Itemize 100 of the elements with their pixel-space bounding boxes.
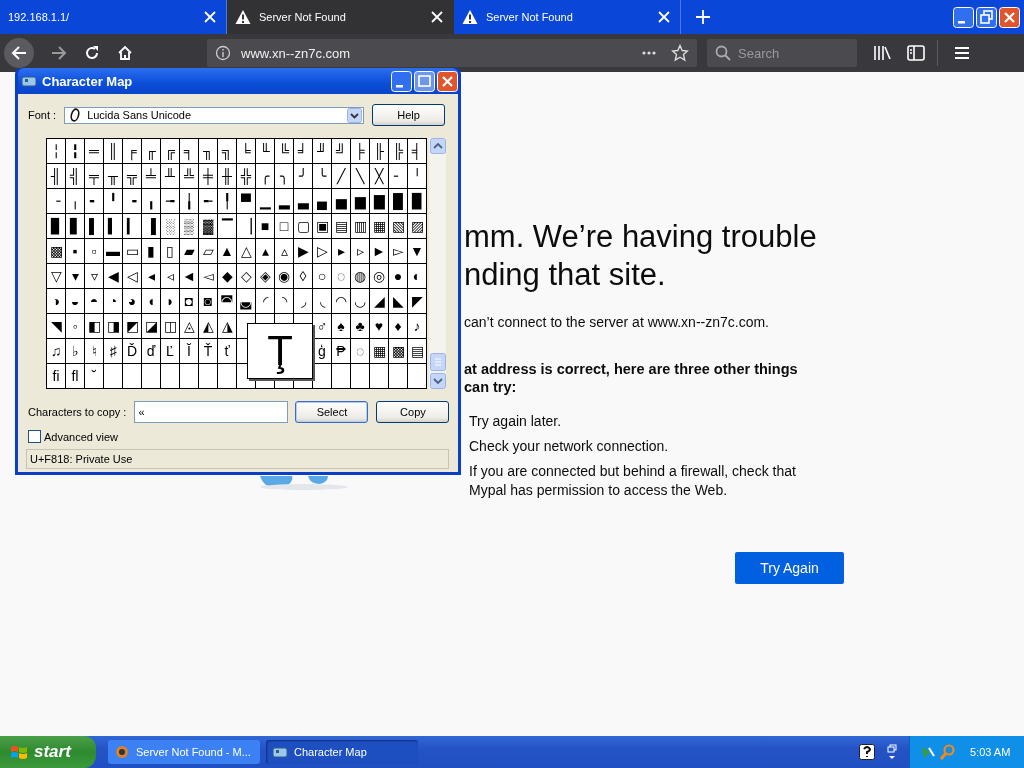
character-cell[interactable]: ▣ xyxy=(313,214,331,238)
character-cell[interactable]: ╬ xyxy=(237,164,255,188)
character-cell[interactable]: ◤ xyxy=(408,289,426,313)
character-cell[interactable]: ╥ xyxy=(104,164,122,188)
character-cell[interactable]: ﬁ xyxy=(47,364,65,388)
character-cell[interactable]: △ xyxy=(237,239,255,263)
grid-cell[interactable] xyxy=(351,364,369,388)
character-cell[interactable]: ♪ xyxy=(408,314,426,338)
character-cell[interactable]: ╓ xyxy=(142,139,160,163)
character-cell[interactable]: ◒ xyxy=(66,289,84,313)
character-cell[interactable]: ◆ xyxy=(218,264,236,288)
character-cell[interactable]: ▧ xyxy=(389,214,407,238)
character-cell[interactable]: ╘ xyxy=(237,139,255,163)
character-cell[interactable]: ◇ xyxy=(237,264,255,288)
character-cell[interactable]: ▥ xyxy=(351,214,369,238)
character-cell[interactable]: ♥ xyxy=(370,314,388,338)
character-cell[interactable]: ▐ xyxy=(142,214,160,238)
maximize-icon[interactable] xyxy=(414,70,435,92)
copy-button[interactable]: Copy xyxy=(376,401,450,423)
character-cell[interactable]: ▴ xyxy=(256,239,274,263)
grid-cell[interactable] xyxy=(408,364,426,388)
start-button[interactable]: start xyxy=(0,736,96,768)
character-cell[interactable]: ╡ xyxy=(408,139,426,163)
character-cell[interactable]: ◮ xyxy=(218,314,236,338)
character-cell[interactable]: ▶ xyxy=(294,239,312,263)
character-cell[interactable]: ▵ xyxy=(275,239,293,263)
character-cell[interactable]: ▀ xyxy=(237,189,255,213)
character-cell[interactable]: ◩ xyxy=(123,314,141,338)
character-cell[interactable]: ╤ xyxy=(85,164,103,188)
try-again-button[interactable]: Try Again xyxy=(735,552,844,584)
character-cell[interactable]: ◧ xyxy=(85,314,103,338)
select-button[interactable]: Select xyxy=(295,401,369,423)
character-cell[interactable]: ▨ xyxy=(408,214,426,238)
character-cell[interactable]: ˘ xyxy=(85,364,103,388)
character-cell[interactable]: ╦ xyxy=(123,164,141,188)
help-button[interactable]: Help xyxy=(372,104,446,126)
character-cell[interactable]: ═ xyxy=(85,139,103,163)
character-cell[interactable]: ▰ xyxy=(180,239,198,263)
scroll-thumb-icon[interactable] xyxy=(429,353,446,371)
character-cell[interactable]: ▎ xyxy=(123,214,141,238)
character-cell[interactable]: ◣ xyxy=(389,289,407,313)
character-cell[interactable]: ▆ xyxy=(351,189,369,213)
character-cell[interactable]: ╸ xyxy=(85,189,103,213)
character-cell[interactable]: ▲ xyxy=(218,239,236,263)
grid-cell[interactable] xyxy=(104,364,122,388)
close-icon[interactable] xyxy=(431,11,443,23)
character-cell[interactable]: ♦ xyxy=(389,314,407,338)
character-cell[interactable]: Ť xyxy=(199,339,217,363)
character-cell[interactable]: ▤ xyxy=(332,214,350,238)
character-cell[interactable]: ﬂ xyxy=(66,364,84,388)
search-field[interactable]: Search xyxy=(707,39,857,67)
character-cell[interactable]: ◭ xyxy=(199,314,217,338)
browser-tab[interactable]: Server Not Found xyxy=(227,0,454,34)
character-cell[interactable]: ₱ xyxy=(332,339,350,363)
character-cell[interactable]: ◍ xyxy=(351,264,369,288)
character-cell[interactable]: ◊ xyxy=(294,264,312,288)
character-cell[interactable]: ▩ xyxy=(47,239,65,263)
character-cell[interactable]: ▦ xyxy=(370,339,388,363)
character-cell[interactable]: ◘ xyxy=(180,289,198,313)
character-cell[interactable]: ■ xyxy=(256,214,274,238)
character-cell[interactable]: ◁ xyxy=(123,264,141,288)
character-cell[interactable]: ╽ xyxy=(180,189,198,213)
character-cell[interactable]: ╚ xyxy=(275,139,293,163)
character-cell[interactable]: ◡ xyxy=(351,289,369,313)
character-cell[interactable]: ▉ xyxy=(408,189,426,213)
character-cell[interactable]: ◔ xyxy=(104,289,122,313)
scroll-down-icon[interactable] xyxy=(429,373,446,389)
close-icon[interactable] xyxy=(204,11,216,23)
character-cell[interactable]: ◎ xyxy=(370,264,388,288)
restore-icon[interactable] xyxy=(976,6,997,28)
taskbar-button[interactable]: Server Not Found - M... xyxy=(108,740,260,764)
character-cell[interactable]: ╩ xyxy=(180,164,198,188)
character-cell[interactable]: ▽ xyxy=(47,264,65,288)
character-cell[interactable]: ▋ xyxy=(66,214,84,238)
character-cell[interactable]: ╱ xyxy=(332,164,350,188)
character-cell[interactable]: ╰ xyxy=(313,164,331,188)
minimize-icon[interactable] xyxy=(953,6,974,28)
character-cell[interactable]: ▢ xyxy=(294,214,312,238)
character-cell[interactable]: ♭ xyxy=(66,339,84,363)
character-cell[interactable]: ╗ xyxy=(218,139,236,163)
character-cell[interactable]: ◞ xyxy=(294,289,312,313)
character-cell[interactable]: ▁ xyxy=(256,189,274,213)
character-cell[interactable]: ♣ xyxy=(351,314,369,338)
character-cell[interactable]: ◀ xyxy=(104,264,122,288)
character-cell[interactable]: ╝ xyxy=(332,139,350,163)
character-cell[interactable]: ╛ xyxy=(294,139,312,163)
character-cell[interactable]: ╔ xyxy=(161,139,179,163)
character-cell[interactable]: Ĭ xyxy=(180,339,198,363)
character-cell[interactable]: ╳ xyxy=(370,164,388,188)
character-cell[interactable]: ◢ xyxy=(370,289,388,313)
character-cell[interactable]: ╟ xyxy=(370,139,388,163)
character-cell[interactable]: ▤ xyxy=(408,339,426,363)
character-cell[interactable]: ▷ xyxy=(313,239,331,263)
character-cell[interactable]: ◨ xyxy=(104,314,122,338)
character-cell[interactable]: ◄ xyxy=(180,264,198,288)
character-cell[interactable]: ◚ xyxy=(218,289,236,313)
character-cell[interactable]: ◗ xyxy=(161,289,179,313)
character-cell[interactable]: ◥ xyxy=(47,314,65,338)
character-cell[interactable]: ▱ xyxy=(199,239,217,263)
character-cell[interactable]: Ľ xyxy=(161,339,179,363)
